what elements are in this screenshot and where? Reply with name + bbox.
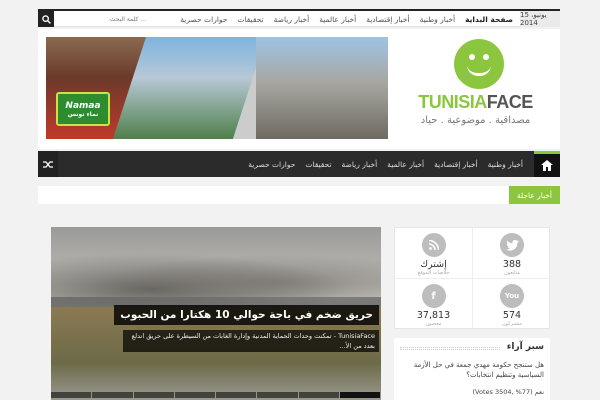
mainnav-item-world[interactable]: أخبار عالمية — [382, 160, 429, 169]
youtube-count: 574 — [502, 310, 522, 321]
poll-title-divider — [400, 347, 500, 350]
topnav-item-home[interactable]: صفحة البداية — [460, 15, 518, 24]
search-button[interactable] — [38, 11, 54, 27]
slider-dot[interactable] — [339, 392, 380, 398]
slide-title[interactable]: حريق ضخم في باجة حوالي 10 هكتارا من الحب… — [114, 305, 379, 325]
breaking-news-bar: أخبار عاجلة — [38, 186, 560, 204]
mainnav-item-investigations[interactable]: تحقيقات — [300, 160, 336, 169]
current-date: 15 يونيو، 2014 — [520, 11, 560, 27]
twitter-icon — [500, 233, 524, 257]
slide-excerpt: TunisiaFace - تمكنت وحدات الحماية المدني… — [123, 330, 379, 352]
facebook-counter[interactable]: f 37,813 معجبون — [395, 279, 473, 330]
slider-dot[interactable] — [133, 392, 174, 398]
logo-wordmark: TUNISIAFACE — [398, 92, 553, 113]
logo-word-face: FACE — [486, 92, 534, 112]
slider-dot[interactable] — [216, 392, 257, 398]
topnav-item-investigations[interactable]: تحقيقات — [232, 15, 268, 24]
main-nav-items: أخبار وطنية أخبار إقتصادية أخبار عالمية … — [243, 151, 528, 177]
youtube-icon: You — [500, 284, 524, 308]
slider-dot[interactable] — [298, 392, 339, 398]
slider-pagination — [51, 392, 381, 400]
rss-icon — [421, 233, 446, 257]
topnav-item-interviews[interactable]: حوارات حصرية — [175, 15, 232, 24]
logo-slogan: مصداقية . موضوعية . حياد — [420, 115, 531, 126]
poll-widget: سبر آراء هل ستنجح حكومة مهدي جمعة في حل … — [394, 338, 550, 400]
site-logo[interactable]: TUNISIAFACE مصداقية . موضوعية . حياد — [398, 37, 553, 137]
top-nav: صفحة البداية أخبار وطنية أخبار إقتصادية … — [175, 11, 518, 27]
slider-dot[interactable] — [51, 392, 92, 398]
rss-label: خلاصات الموقع — [417, 270, 450, 276]
poll-option-yes[interactable]: نعم (77% ,3504 Votes) — [473, 388, 545, 396]
random-article-button[interactable] — [38, 151, 58, 177]
page-wrapper: صفحة البداية أخبار وطنية أخبار إقتصادية … — [38, 0, 560, 400]
smiley-logo-icon — [454, 39, 504, 89]
shuffle-icon — [43, 160, 53, 168]
main-nav: أخبار وطنية أخبار إقتصادية أخبار عالمية … — [38, 151, 560, 177]
twitter-counter[interactable]: 388 متابعون — [473, 228, 551, 279]
facebook-icon: f — [421, 284, 446, 308]
slider-dot[interactable] — [92, 392, 133, 398]
featured-slider[interactable]: حريق ضخم في باجة حوالي 10 هكتارا من الحب… — [51, 227, 381, 400]
topnav-item-world[interactable]: أخبار عالمية — [314, 15, 361, 24]
youtube-label: مشتركون — [501, 321, 523, 327]
twitter-count: 388 — [502, 259, 522, 270]
rss-counter[interactable]: إشترك خلاصات الموقع — [395, 228, 473, 279]
twitter-label: متابعون — [504, 270, 520, 276]
youtube-counter[interactable]: You 574 مشتركون — [473, 279, 551, 330]
banner-badge-text: Namaa — [65, 100, 101, 111]
logo-word-tunisia: TUNISIA — [418, 92, 487, 112]
mainnav-item-economy[interactable]: أخبار إقتصادية — [429, 160, 482, 169]
slider-dot[interactable] — [174, 392, 215, 398]
facebook-count: 37,813 — [416, 310, 451, 321]
social-counters: 388 متابعون إشترك خلاصات الموقع You 574 … — [394, 227, 551, 330]
topnav-item-economy[interactable]: أخبار إقتصادية — [361, 15, 414, 24]
banner-badge-subtext: نماء تونس — [67, 110, 99, 118]
top-bar: صفحة البداية أخبار وطنية أخبار إقتصادية … — [38, 9, 560, 27]
slider-dot[interactable] — [257, 392, 298, 398]
banner-badge: Namaa نماء تونس — [56, 92, 110, 126]
search-input[interactable] — [56, 13, 146, 25]
mainnav-item-national[interactable]: أخبار وطنية — [483, 160, 528, 169]
home-button[interactable] — [534, 151, 560, 177]
poll-question: هل ستنجح حكومة مهدي جمعة في حل الأزمة ال… — [413, 361, 544, 379]
topnav-item-sports[interactable]: أخبار رياضة — [269, 15, 315, 24]
mainnav-item-interviews[interactable]: حوارات حصرية — [243, 160, 300, 169]
site-header: Namaa نماء تونس TUNISIAFACE مصداقية . مو… — [38, 29, 560, 149]
poll-title: سبر آراء — [506, 342, 544, 352]
breaking-news-label: أخبار عاجلة — [508, 186, 560, 204]
banner-photo-city — [256, 37, 388, 139]
search-icon — [41, 14, 51, 24]
rss-subscribe: إشترك — [420, 259, 447, 270]
header-banner[interactable]: Namaa نماء تونس — [46, 37, 388, 139]
home-icon — [541, 160, 553, 171]
facebook-label: معجبون — [425, 321, 442, 327]
topnav-item-national[interactable]: أخبار وطنية — [415, 15, 460, 24]
mainnav-item-sports[interactable]: أخبار رياضة — [337, 160, 383, 169]
